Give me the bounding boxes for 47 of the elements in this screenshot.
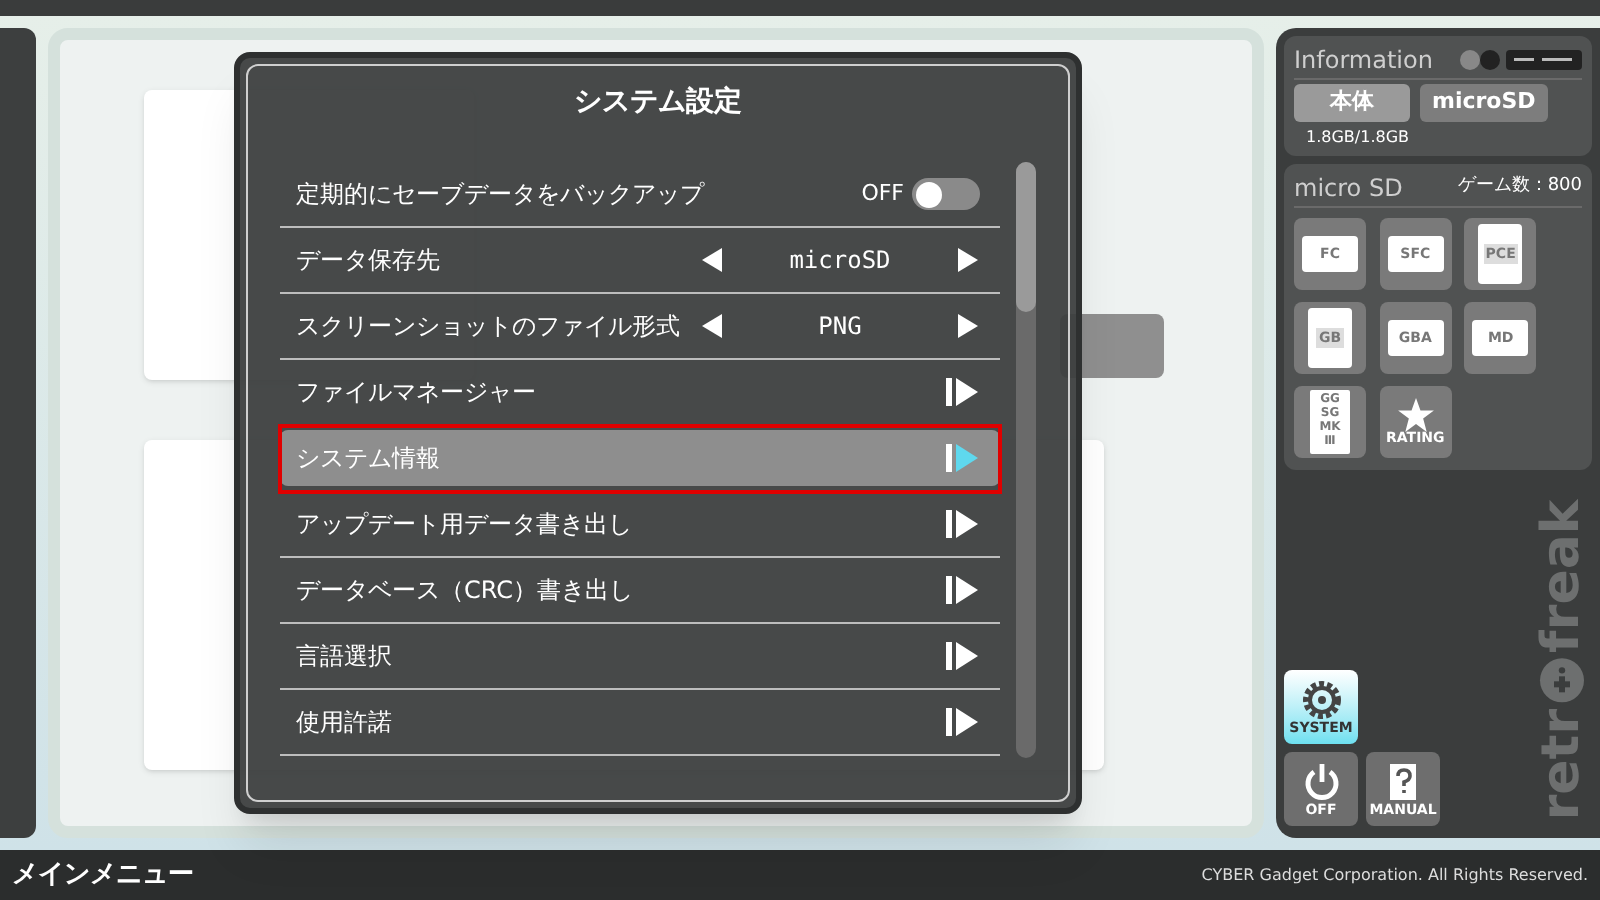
setting-label: 定期的にセーブデータをバックアップ (296, 178, 704, 212)
setting-label: 言語選択 (296, 640, 392, 674)
footer-title: メインメニュー (12, 857, 194, 894)
info-title: Information (1294, 44, 1433, 78)
copyright-text: CYBER Gadget Corporation. All Rights Reserved. (1201, 863, 1588, 887)
dialog-title: システム設定 (574, 83, 742, 122)
storage-tab[interactable]: 本体 (1294, 84, 1410, 122)
manual-icon (1387, 761, 1419, 801)
setting-label: 使用許諾 (296, 706, 392, 740)
gamepad-icon (1538, 656, 1586, 705)
forward-icon[interactable] (944, 508, 980, 540)
settings-row[interactable]: 定期的にセーブデータをバックアップ OFF (280, 166, 1000, 222)
next-arrow-icon[interactable] (955, 246, 980, 274)
settings-row[interactable]: 言語選択 (280, 628, 1000, 684)
settings-row[interactable]: システム情報 (280, 430, 1000, 486)
scrollbar[interactable] (1016, 162, 1036, 758)
option-value: microSD (789, 244, 891, 278)
forward-icon[interactable] (944, 706, 980, 738)
toggle-value: OFF (861, 177, 904, 210)
toggle-switch[interactable] (912, 178, 980, 210)
previous-arrow-icon[interactable] (700, 312, 724, 340)
library-title: micro SD (1294, 172, 1403, 206)
settings-row[interactable]: データ保存先 microSD (280, 232, 1000, 288)
setting-label: スクリーンショットのファイル形式 (296, 310, 680, 344)
next-arrow-icon[interactable] (956, 312, 980, 340)
settings-row[interactable]: データベース（CRC）書き出し (280, 562, 1000, 618)
forward-icon[interactable] (944, 376, 980, 408)
setting-label: アップデート用データ書き出し (296, 508, 632, 542)
setting-label: システム情報 (296, 442, 440, 476)
star-icon (1397, 398, 1434, 432)
storage-status-icon (1458, 48, 1582, 72)
setting-label: データ保存先 (296, 244, 440, 278)
power-icon (1301, 761, 1341, 801)
setting-label: ファイルマネージャー (296, 376, 536, 410)
setting-label: データベース（CRC）書き出し (296, 574, 633, 608)
forward-icon[interactable] (944, 640, 980, 672)
settings-row[interactable]: ファイルマネージャー (280, 364, 1000, 420)
settings-row[interactable]: スクリーンショットのファイル形式 PNG (280, 298, 1000, 354)
settings-row[interactable]: アップデート用データ書き出し (280, 496, 1000, 552)
forward-icon[interactable] (944, 574, 980, 606)
previous-arrow-icon[interactable] (700, 246, 724, 274)
option-value: PNG (818, 310, 862, 344)
game-count: ゲーム数：800 (1457, 174, 1582, 201)
storage-usage: 1.8GB/1.8GB (1304, 126, 1412, 150)
settings-row[interactable]: 使用許諾 (280, 694, 1000, 750)
gear-icon (1301, 679, 1341, 719)
storage-tab[interactable]: microSD (1420, 84, 1548, 122)
